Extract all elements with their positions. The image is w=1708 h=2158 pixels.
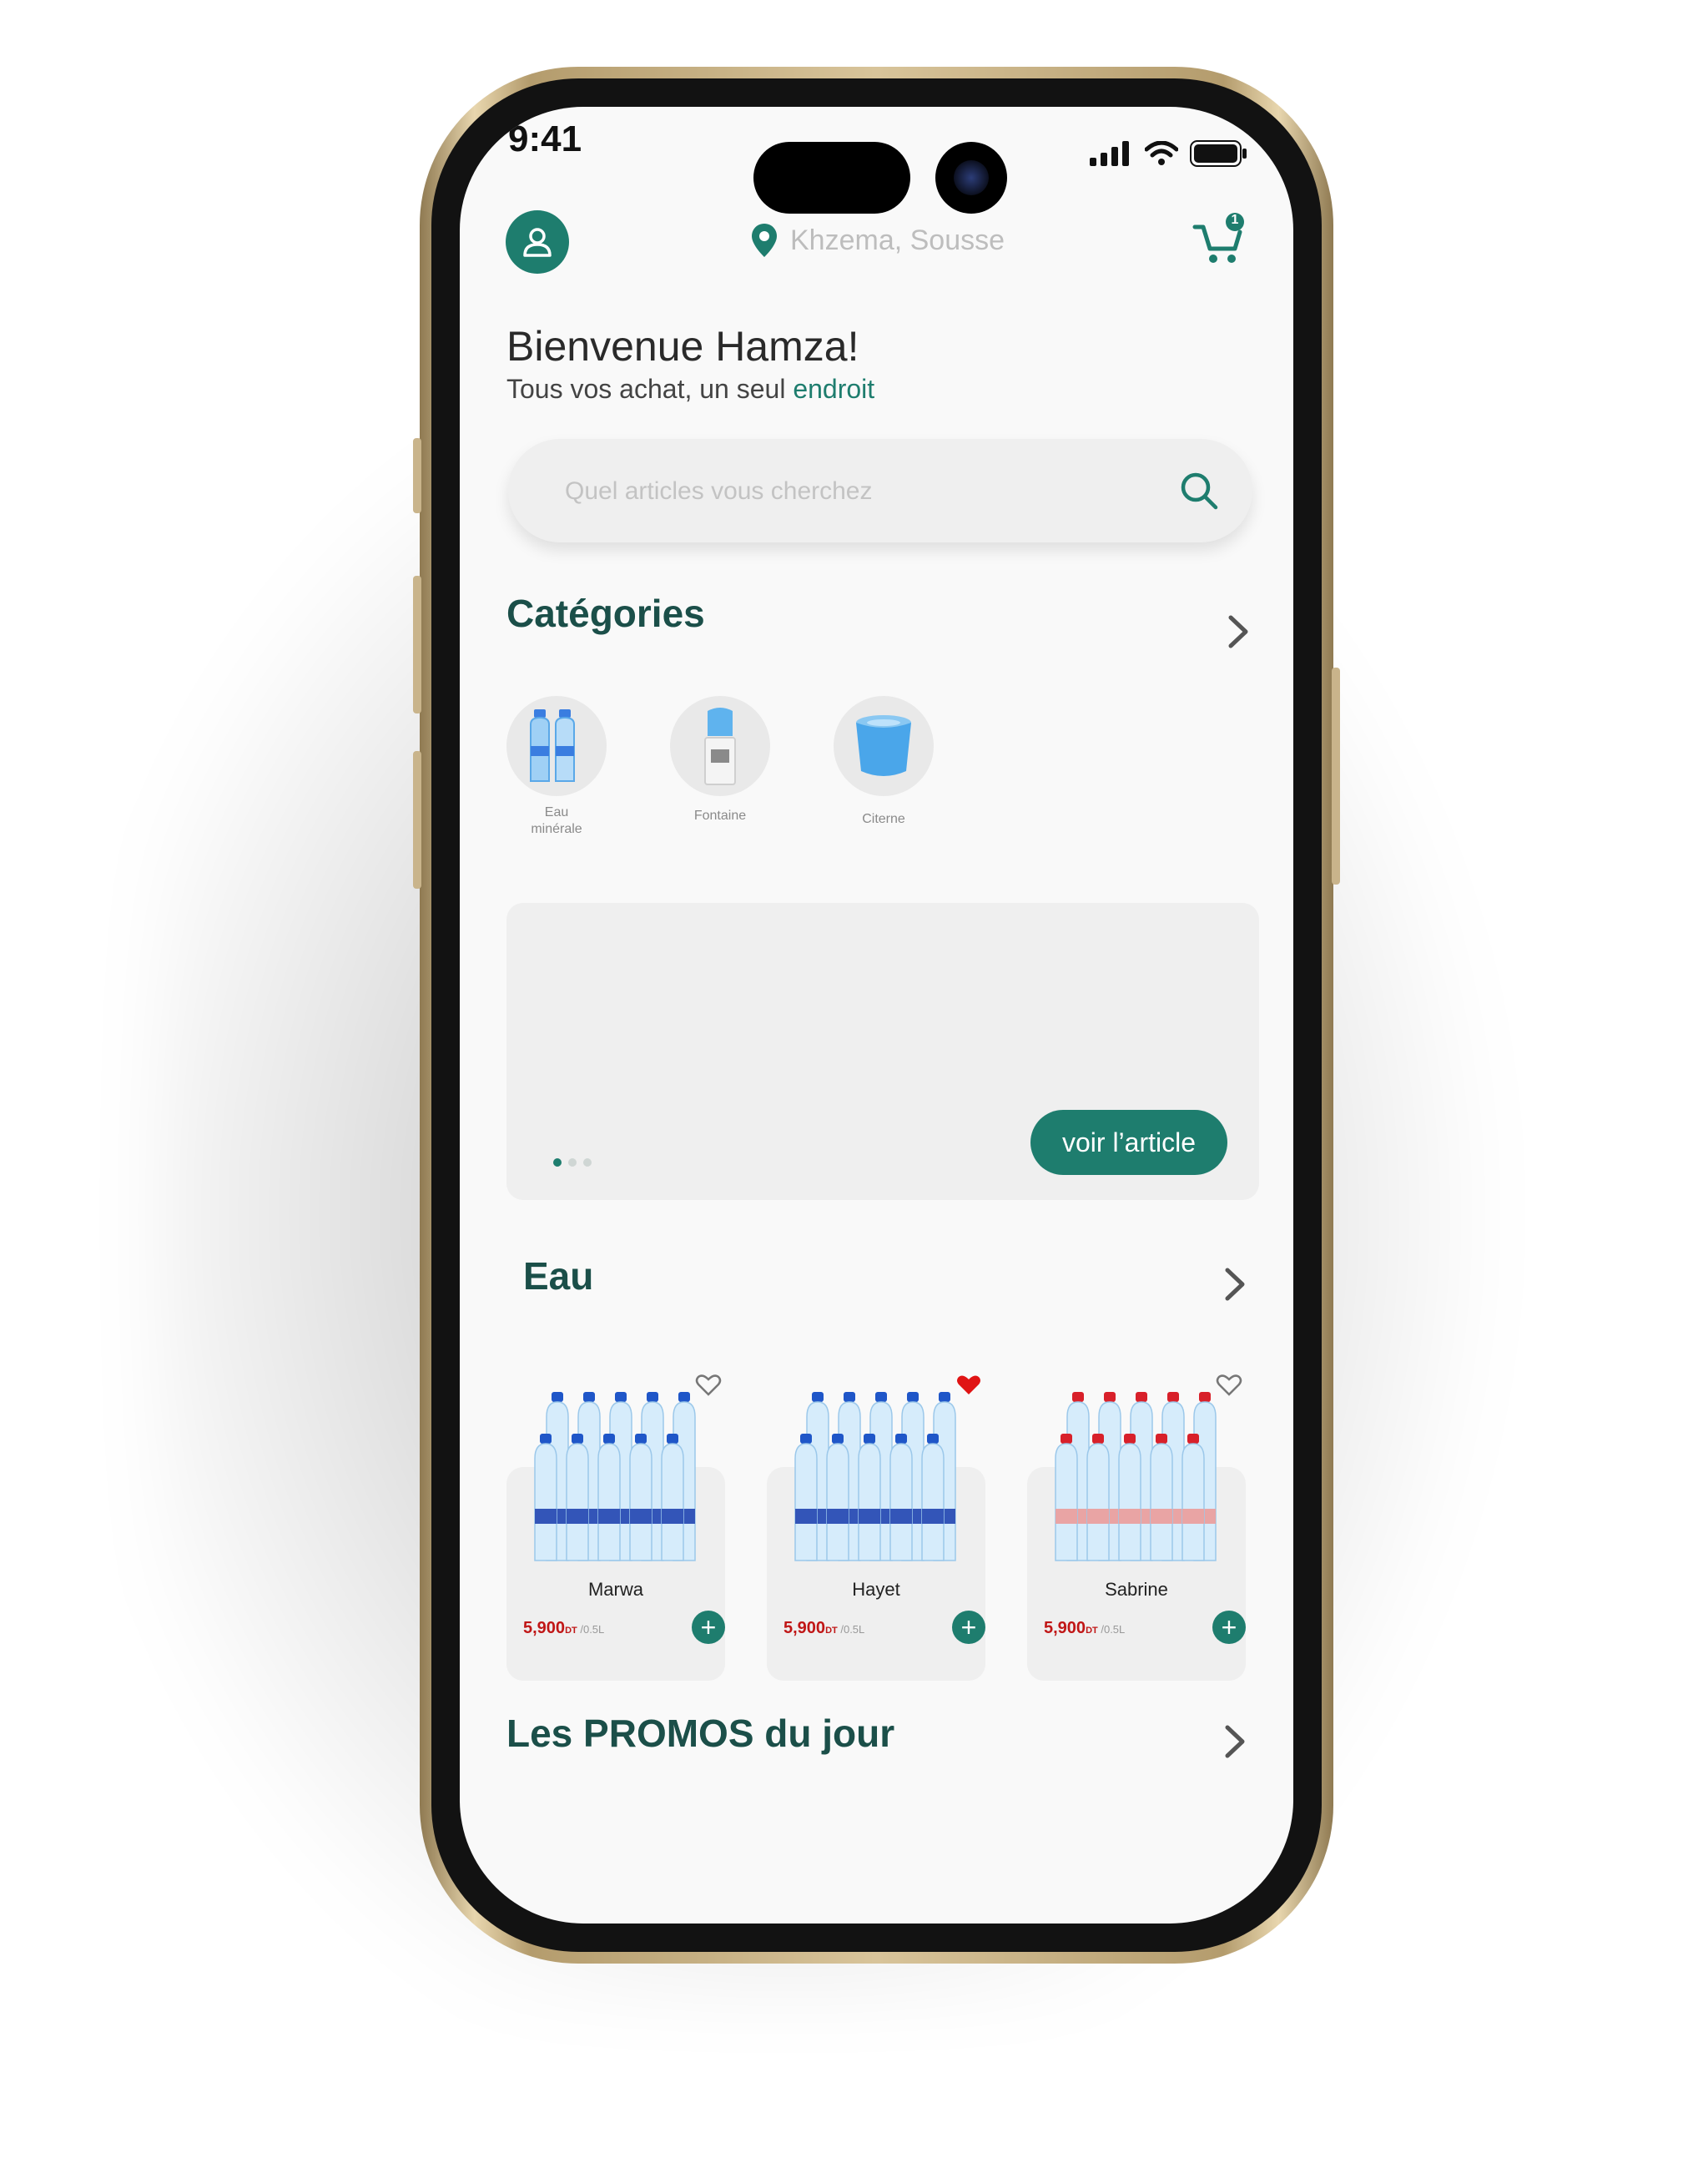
volume-up-button bbox=[413, 576, 421, 713]
tagline-text: Tous vos achat, un seul bbox=[506, 374, 794, 404]
price-unit: /0.5L bbox=[577, 1623, 605, 1636]
carousel-dot[interactable] bbox=[568, 1158, 577, 1167]
category-item-citerne[interactable]: Citerne bbox=[834, 696, 934, 828]
category-label: Fontaine bbox=[693, 809, 747, 823]
power-button bbox=[1332, 668, 1340, 885]
welcome-title: Bienvenue Hamza! bbox=[506, 323, 859, 370]
water-tank-icon bbox=[856, 715, 911, 776]
tagline: Tous vos achat, un seul endroit bbox=[506, 374, 874, 405]
user-icon bbox=[523, 228, 552, 257]
carousel-indicator bbox=[553, 1158, 592, 1167]
price-currency: DT bbox=[1086, 1626, 1098, 1636]
wifi-icon bbox=[1145, 141, 1178, 165]
product-price: 5,900DT /0.5L bbox=[1044, 1619, 1125, 1638]
category-label: Eau minérale bbox=[531, 805, 582, 836]
product-card[interactable]: Sabrine 5,900DT /0.5L + bbox=[1027, 1374, 1246, 1681]
categories-title: Catégories bbox=[506, 592, 705, 635]
category-item-fontaine[interactable]: Fontaine bbox=[670, 696, 770, 824]
category-circle bbox=[670, 696, 770, 796]
location-selector[interactable]: Khzema, Sousse bbox=[752, 224, 1005, 257]
price-unit: /0.5L bbox=[1097, 1623, 1126, 1636]
promos-chevron-right-icon[interactable] bbox=[1222, 1722, 1247, 1761]
water-fountain-icon bbox=[704, 708, 736, 785]
water-bottles-icon bbox=[530, 709, 575, 782]
category-label: Citerne bbox=[862, 812, 905, 826]
product-name: Hayet bbox=[852, 1579, 900, 1600]
price-value: 5,900 bbox=[523, 1619, 566, 1637]
eau-chevron-right-icon[interactable] bbox=[1222, 1265, 1247, 1303]
eau-title: Eau bbox=[523, 1254, 594, 1298]
categories-chevron-right-icon[interactable] bbox=[1226, 613, 1251, 651]
product-name: Sabrine bbox=[1105, 1579, 1168, 1600]
view-article-button[interactable]: voir l’article bbox=[1030, 1110, 1227, 1175]
status-icons bbox=[1090, 140, 1248, 167]
dynamic-island bbox=[753, 142, 910, 214]
product-price: 5,900DT /0.5L bbox=[523, 1619, 604, 1638]
profile-button[interactable] bbox=[506, 210, 569, 274]
product-card[interactable]: Marwa 5,900DT /0.5L + bbox=[506, 1374, 725, 1681]
add-to-cart-button[interactable]: + bbox=[1212, 1611, 1246, 1644]
promo-banner[interactable]: voir l’article bbox=[506, 903, 1259, 1200]
mute-switch bbox=[413, 438, 421, 513]
search-input[interactable]: Quel articles vous cherchez bbox=[565, 477, 873, 506]
location-pin-icon bbox=[752, 224, 777, 257]
phone-screen: 9:41 Khzema, Sousse 1 Bienvenue Hamza! T… bbox=[460, 107, 1293, 1924]
price-currency: DT bbox=[825, 1626, 838, 1636]
price-unit: /0.5L bbox=[837, 1623, 865, 1636]
water-pack-image bbox=[534, 1392, 696, 1561]
category-circle bbox=[506, 696, 607, 796]
promos-title: Les PROMOS du jour bbox=[506, 1712, 895, 1755]
product-price: 5,900DT /0.5L bbox=[783, 1619, 864, 1638]
price-currency: DT bbox=[565, 1626, 577, 1636]
add-to-cart-button[interactable]: + bbox=[692, 1611, 725, 1644]
status-time: 9:41 bbox=[508, 118, 582, 159]
cart-button[interactable]: 1 bbox=[1192, 210, 1250, 269]
tagline-highlight: endroit bbox=[793, 374, 875, 404]
battery-icon bbox=[1190, 140, 1247, 167]
carousel-dot[interactable] bbox=[553, 1158, 562, 1167]
location-label: Khzema, Sousse bbox=[790, 224, 1005, 256]
water-pack-image bbox=[794, 1392, 956, 1561]
price-value: 5,900 bbox=[783, 1619, 826, 1637]
product-name: Marwa bbox=[587, 1579, 643, 1600]
signal-icon bbox=[1090, 141, 1129, 166]
water-pack-image bbox=[1055, 1392, 1217, 1561]
product-card[interactable]: Hayet 5,900DT /0.5L + bbox=[767, 1375, 985, 1681]
search-bar[interactable]: Quel articles vous cherchez bbox=[508, 439, 1252, 542]
cart-badge: 1 bbox=[1231, 213, 1239, 227]
category-item-eau-minerale[interactable]: Eau minérale bbox=[506, 696, 607, 838]
search-icon[interactable] bbox=[1179, 471, 1219, 511]
add-to-cart-button[interactable]: + bbox=[952, 1611, 985, 1644]
camera-lens bbox=[954, 160, 989, 195]
price-value: 5,900 bbox=[1044, 1619, 1086, 1637]
cart-icon bbox=[1192, 213, 1244, 263]
carousel-dot[interactable] bbox=[583, 1158, 592, 1167]
volume-down-button bbox=[413, 751, 421, 889]
category-circle bbox=[834, 696, 934, 796]
